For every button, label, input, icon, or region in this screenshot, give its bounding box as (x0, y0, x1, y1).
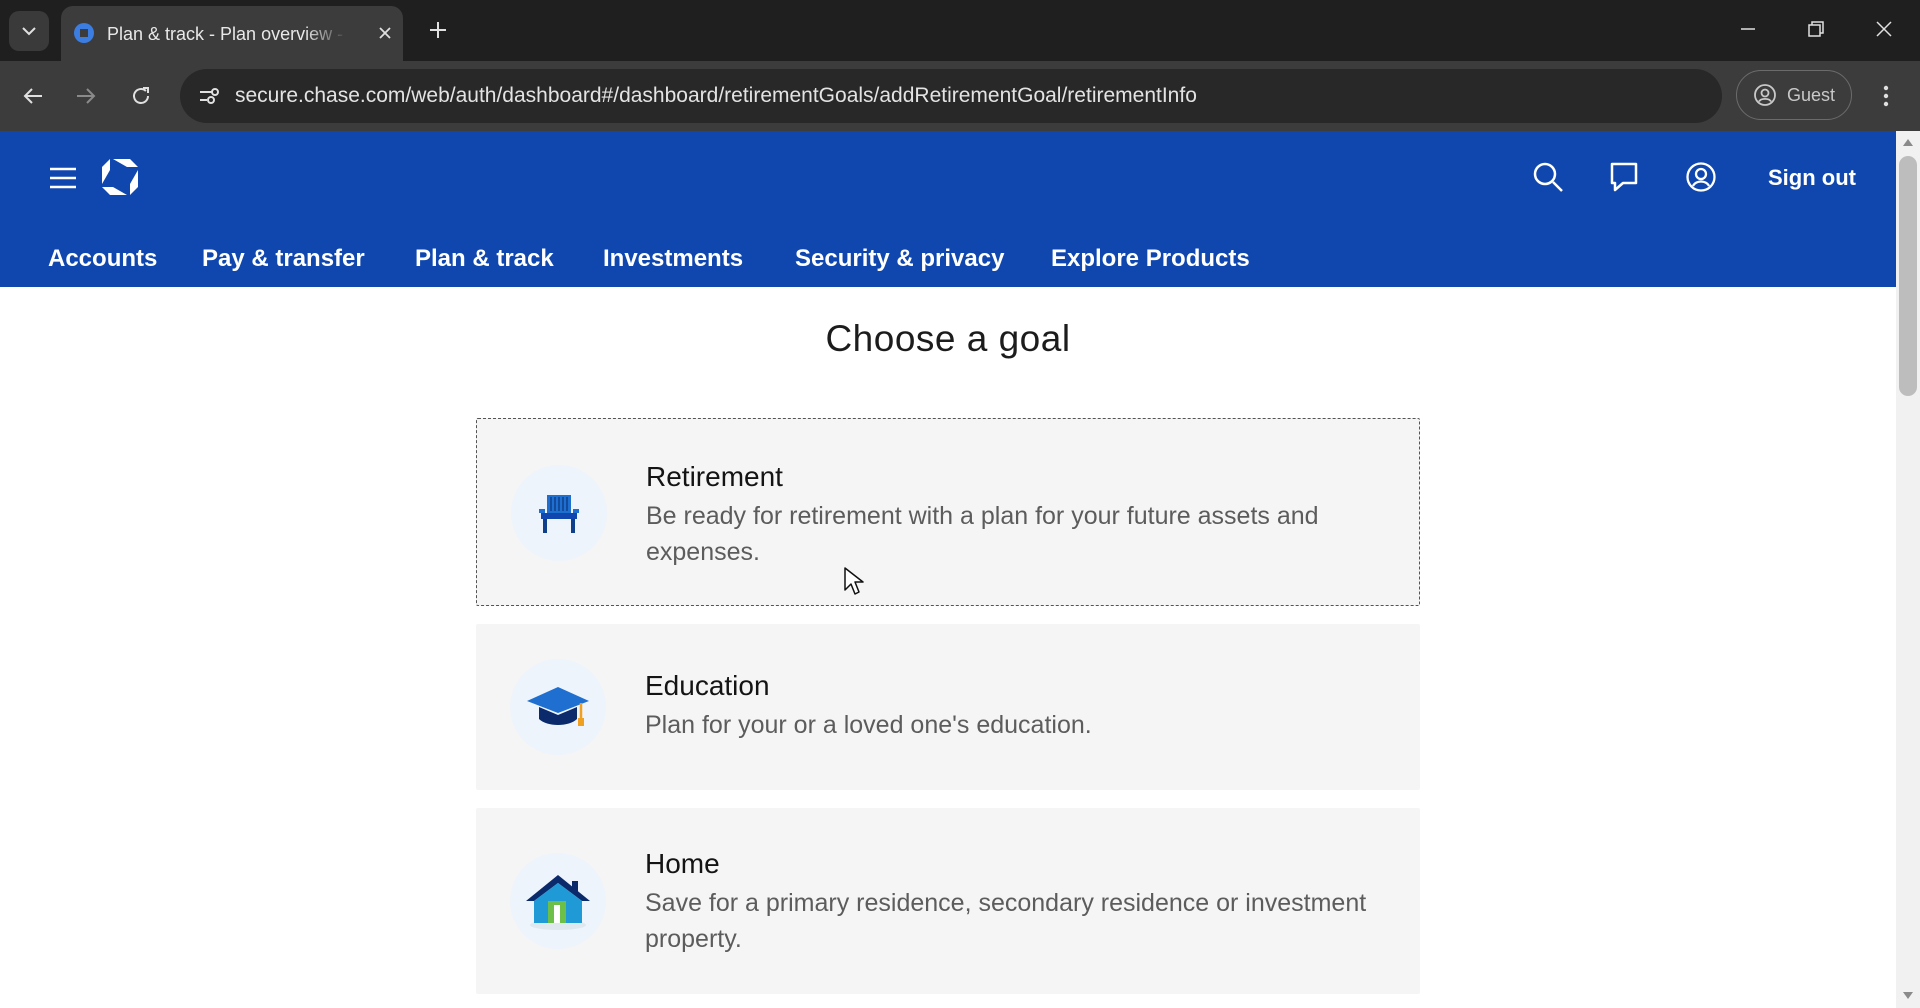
nav-explore-products[interactable]: Explore Products (1051, 235, 1250, 283)
scroll-up-arrow-icon[interactable] (1903, 139, 1913, 146)
kebab-menu-icon[interactable] (1868, 74, 1904, 118)
site-header: Sign out Accounts Pay & transfer Plan & … (0, 131, 1896, 287)
hamburger-menu-icon[interactable] (46, 161, 80, 195)
goal-description: Save for a primary residence, secondary … (645, 889, 1367, 953)
nav-pay-transfer[interactable]: Pay & transfer (202, 235, 365, 283)
chase-favicon (74, 23, 94, 43)
profile-icon (1754, 84, 1776, 106)
goal-card-home[interactable]: Home Save for a primary residence, secon… (476, 808, 1420, 994)
tab-title: Plan & track - Plan overview - c (107, 24, 347, 44)
minimize-icon[interactable] (1714, 0, 1782, 58)
url-text: secure.chase.com/web/auth/dashboard#/das… (235, 84, 1197, 107)
goal-description: Be ready for retirement with a plan for … (646, 502, 1319, 566)
close-icon[interactable] (371, 19, 399, 47)
plus-icon[interactable] (422, 12, 454, 48)
close-window-icon[interactable] (1850, 0, 1918, 58)
account-icon[interactable] (1681, 157, 1721, 197)
nav-accounts[interactable]: Accounts (48, 235, 157, 283)
profile-label: Guest (1787, 84, 1836, 105)
beach-chair-icon (511, 465, 607, 561)
main-nav: Accounts Pay & transfer Plan & track Inv… (0, 235, 1400, 283)
search-icon[interactable] (1528, 157, 1568, 197)
graduation-cap-icon (510, 659, 606, 755)
tab-search-icon[interactable] (9, 11, 49, 51)
reload-icon[interactable] (119, 74, 163, 118)
messages-icon[interactable] (1604, 157, 1644, 197)
chase-logo[interactable] (100, 157, 140, 197)
house-icon (510, 853, 606, 949)
address-bar[interactable]: secure.chase.com/web/auth/dashboard#/das… (180, 69, 1722, 123)
nav-security-privacy[interactable]: Security & privacy (795, 235, 1004, 283)
goal-title: Home (645, 848, 720, 879)
goal-description: Plan for your or a loved one's education… (645, 711, 1092, 739)
mouse-cursor-icon (844, 567, 864, 595)
sign-out-link[interactable]: Sign out (1764, 161, 1860, 195)
site-settings-icon[interactable] (192, 79, 226, 113)
browser-tab[interactable]: Plan & track - Plan overview - c (61, 6, 403, 61)
page-title: Choose a goal (825, 318, 1071, 359)
browser-toolbar: secure.chase.com/web/auth/dashboard#/das… (0, 61, 1920, 131)
goal-title: Education (645, 670, 770, 701)
goal-card-education[interactable]: Education Plan for your or a loved one's… (476, 624, 1420, 790)
nav-plan-track[interactable]: Plan & track (415, 235, 554, 283)
nav-investments[interactable]: Investments (603, 235, 743, 283)
back-arrow-icon[interactable] (11, 74, 55, 118)
profile-button[interactable]: Guest (1736, 70, 1852, 120)
forward-arrow-icon[interactable] (64, 74, 108, 118)
goal-card-retirement[interactable]: Retirement Be ready for retirement with … (476, 418, 1420, 606)
browser-tab-strip: Plan & track - Plan overview - c (0, 0, 1920, 61)
scroll-down-arrow-icon[interactable] (1903, 992, 1913, 999)
scrollbar-thumb[interactable] (1899, 156, 1917, 396)
restore-icon[interactable] (1782, 0, 1850, 58)
goal-title: Retirement (646, 461, 783, 492)
